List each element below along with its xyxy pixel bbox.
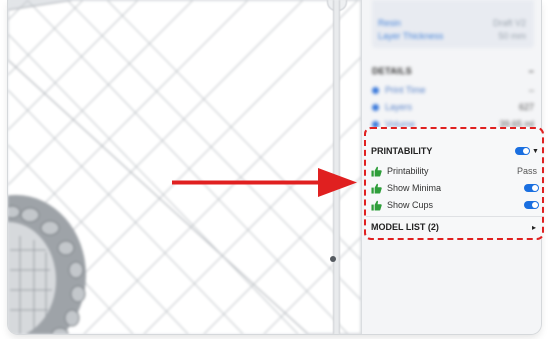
details-collapse-icon[interactable]: – [529, 66, 534, 76]
show-cups-label: Show Cups [387, 200, 434, 210]
thumbs-up-icon [371, 200, 382, 211]
printability-value: Pass [516, 166, 537, 176]
material-settings: Resin Draft V2 Layer Thickness 50 mm [372, 0, 534, 48]
show-minima-label: Show Minima [387, 183, 442, 193]
resin-row[interactable]: Resin Draft V2 [378, 18, 526, 30]
details-header[interactable]: DETAILS – [372, 66, 534, 76]
printability-row-show-minima: Show Minima [371, 181, 537, 195]
thumbs-up-icon [371, 183, 382, 194]
layer-slider[interactable] [333, 0, 340, 334]
layer-thickness-label: Layer Thickness [378, 31, 444, 41]
printability-section: PRINTABILITY ▼ Printability Pass Show Mi… [364, 127, 544, 240]
resin-value: Draft V2 [492, 18, 526, 28]
details-title: DETAILS [372, 66, 412, 76]
show-cups-toggle[interactable] [524, 201, 539, 209]
layer-thickness-value: 50 mm [498, 31, 526, 41]
thumbs-up-icon [371, 166, 382, 177]
model-list-row[interactable]: MODEL LIST (2) ▸ [371, 221, 536, 233]
show-minima-toggle[interactable] [524, 184, 539, 192]
clock-icon [372, 86, 379, 94]
detail-value: – [528, 85, 534, 95]
detail-label: Layers [385, 102, 413, 112]
printability-title: PRINTABILITY [371, 146, 433, 156]
detail-row-layers: Layers 627 [372, 101, 534, 113]
chevron-right-icon[interactable]: ▸ [532, 223, 536, 232]
printability-row-status: Printability Pass [371, 164, 537, 178]
printability-label: Printability [387, 166, 429, 176]
detail-label: Print Time [385, 85, 426, 95]
3d-viewport[interactable] [8, 0, 361, 334]
annotation-arrow [172, 168, 357, 197]
layer-thickness-row[interactable]: Layer Thickness 50 mm [378, 31, 526, 43]
printability-toggle[interactable] [515, 147, 530, 155]
build-plate-grid [8, 0, 361, 334]
chevron-down-icon[interactable]: ▼ [532, 148, 539, 155]
printability-row-show-cups: Show Cups [371, 198, 537, 212]
detail-value: 627 [518, 102, 534, 112]
model-list-label: MODEL LIST (2) [371, 222, 439, 232]
layer-slider-handle[interactable] [330, 256, 336, 262]
layers-icon [372, 103, 379, 111]
divider [366, 216, 542, 217]
detail-row-print-time: Print Time – [372, 84, 534, 96]
resin-label: Resin [378, 18, 402, 28]
